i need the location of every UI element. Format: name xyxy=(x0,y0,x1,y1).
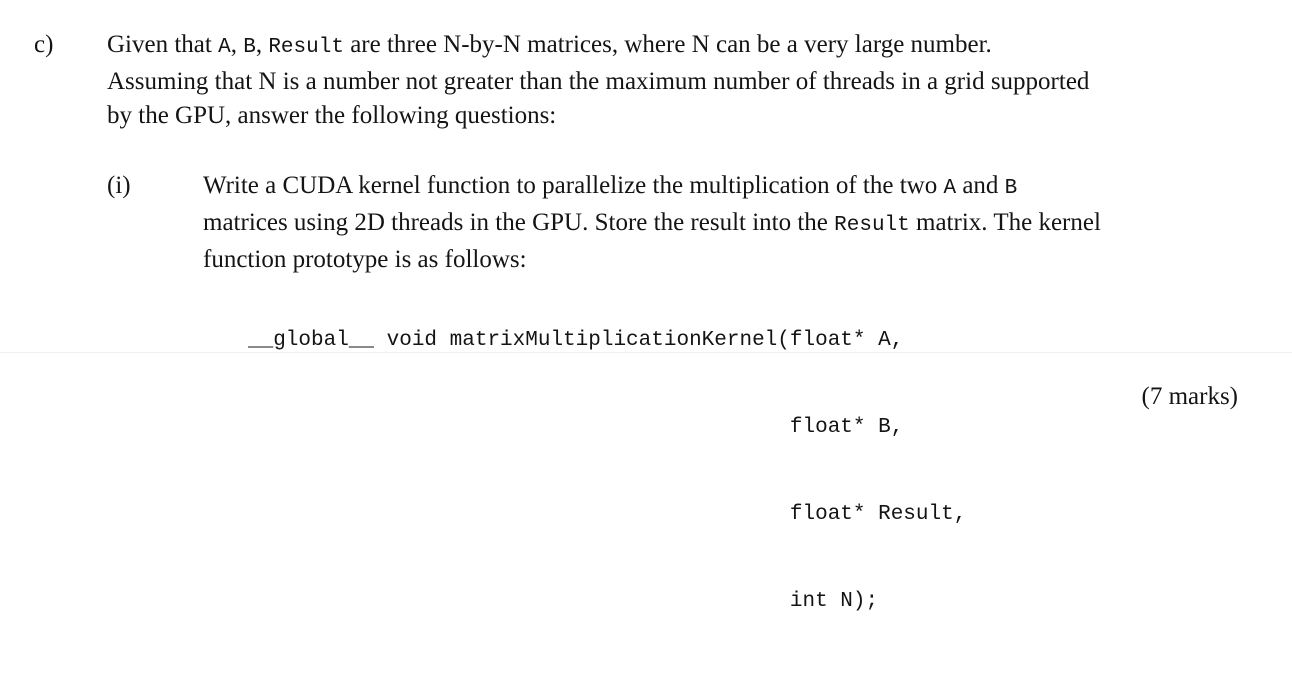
matrix-name-a: A xyxy=(218,36,231,59)
matrix-name-b: B xyxy=(1004,177,1018,200)
code-line: float* B, xyxy=(248,416,904,439)
marks-allocation: (7 marks) xyxy=(1141,383,1239,410)
matrix-name-result: Result xyxy=(268,36,344,59)
exam-question-page: c) Given that A, B, Result are three N-b… xyxy=(0,0,1292,613)
code-line: float* Result, xyxy=(248,503,967,526)
subquestion-i-text: Write a CUDA kernel function to parallel… xyxy=(203,169,1263,277)
matrix-name-b: B xyxy=(243,36,256,59)
question-label-c: c) xyxy=(34,31,54,58)
subquestion-label-i: (i) xyxy=(107,172,131,199)
matrix-name-a: A xyxy=(943,177,957,200)
code-line: int N); xyxy=(248,590,879,613)
question-c-line-2: Assuming that N is a number not greater … xyxy=(107,68,1090,95)
question-c-text: Given that A, B, Result are three N-by-N… xyxy=(107,28,1257,133)
subquestion-i-line-2: matrices using 2D threads in the GPU. St… xyxy=(203,209,1101,237)
question-c-line-1: Given that A, B, Result are three N-by-N… xyxy=(107,31,992,59)
code-line: __global__ void matrixMultiplicationKern… xyxy=(248,329,904,352)
question-c-line-3: by the GPU, answer the following questio… xyxy=(107,102,557,129)
kernel-prototype-code: __global__ void matrixMultiplicationKern… xyxy=(248,268,966,674)
matrix-name-result: Result xyxy=(834,214,910,237)
subquestion-i-line-1: Write a CUDA kernel function to parallel… xyxy=(203,172,1018,200)
